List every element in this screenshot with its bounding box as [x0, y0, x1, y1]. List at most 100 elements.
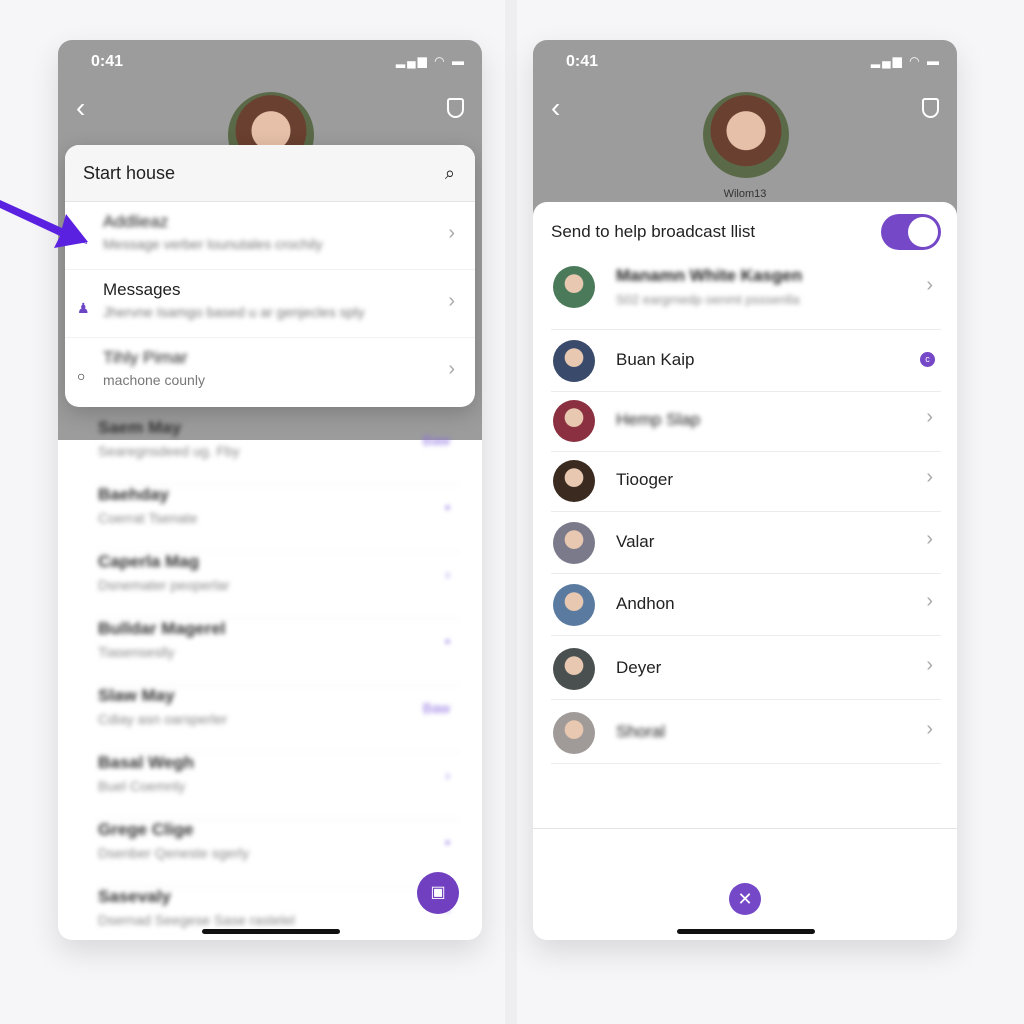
- broadcast-label: Send to help broadcast llist: [551, 222, 756, 241]
- chevron-right-icon: ›: [926, 466, 933, 488]
- contact-row[interactable]: Manamn White Kasgen S02 eargrnedp oenmt …: [551, 254, 941, 330]
- list-item-title: Bulldar Magerel: [98, 619, 226, 638]
- list-item-subtitle: Buel Coemnly: [98, 778, 186, 794]
- status-icons: ▂▄▆ ◠ ▬: [870, 54, 941, 68]
- popup-item-subtitle: Jhervne Isamgo based u ar genjecles sply: [103, 304, 365, 320]
- contact-row[interactable]: Valar ›: [551, 512, 941, 574]
- chevron-right-icon: ›: [926, 718, 933, 740]
- home-indicator: [202, 929, 340, 934]
- contact-row[interactable]: Tiooger ›: [551, 450, 941, 512]
- contact-avatar: [553, 712, 595, 754]
- shield-icon[interactable]: [447, 98, 464, 118]
- contact-avatar: [553, 340, 595, 382]
- list-item-tag: Baw: [422, 432, 450, 448]
- broadcast-toggle[interactable]: [881, 214, 941, 250]
- list-item[interactable]: Bulldar Magerel Tiasenseslly •: [98, 619, 458, 686]
- chevron-right-icon: ›: [448, 222, 455, 244]
- list-item[interactable]: Baehday Coerrat Tsenate •: [98, 485, 458, 552]
- contact-row[interactable]: Shoral ›: [551, 702, 941, 764]
- back-icon[interactable]: ‹: [76, 92, 85, 124]
- list-item-subtitle: Tiasenseslly: [98, 644, 175, 660]
- contact-row[interactable]: Hemp Slap ›: [551, 390, 941, 452]
- broadcast-sheet: Send to help broadcast llist Manamn Whit…: [533, 202, 957, 940]
- chevron-right-icon: ›: [926, 406, 933, 428]
- popup-item-subtitle: Message verber lounutales crochily: [103, 236, 323, 252]
- popup-title: Start house: [83, 163, 176, 183]
- phone-right: 0:41 ▂▄▆ ◠ ▬ ‹ Wilom13 Send to help broa…: [533, 40, 957, 940]
- list-item-subtitle: Dsenber Qeneste sgerly: [98, 845, 249, 861]
- list-item-title: Saem May: [98, 418, 182, 437]
- contact-avatar: [553, 648, 595, 690]
- compose-fab[interactable]: ▣: [417, 872, 459, 914]
- contact-name: Buan Kaip: [616, 350, 695, 369]
- close-button[interactable]: ✕: [729, 883, 761, 915]
- list-item-subtitle: Dsnemater peoperlar: [98, 577, 230, 593]
- list-item-tag: ›: [445, 566, 450, 582]
- popup-item[interactable]: ♟ Messages Jhervne Isamgo based u ar gen…: [65, 270, 475, 338]
- contact-name: Tiooger: [616, 470, 674, 489]
- chevron-right-icon: ›: [448, 290, 455, 312]
- status-icons: ▂▄▆ ◠ ▬: [395, 54, 466, 68]
- list-item[interactable]: Grege Clige Dsenber Qeneste sgerly •: [98, 820, 458, 887]
- popup-item-title: Tihly Pimar: [103, 348, 188, 367]
- search-icon[interactable]: ⌕: [445, 163, 455, 184]
- chevron-right-icon: ›: [926, 528, 933, 550]
- list-item-title: Sasevaly: [98, 887, 171, 906]
- shield-icon[interactable]: [922, 98, 939, 118]
- contact-name: Manamn White Kasgen: [616, 266, 803, 285]
- circle-icon: ○: [77, 368, 86, 384]
- list-item[interactable]: Caperla Mag Dsnemater peoperlar ›: [98, 552, 458, 619]
- status-time: 0:41: [91, 53, 124, 70]
- status-time: 0:41: [566, 53, 599, 70]
- contact-row[interactable]: Buan Kaip c: [551, 330, 941, 392]
- list-item[interactable]: Slaw May Cdiay asn oarsperler Baw: [98, 686, 458, 753]
- chevron-right-icon: ›: [926, 654, 933, 676]
- contact-subtitle: S02 eargrnedp oenmt psssenlla: [616, 292, 800, 307]
- list-item-tag: •: [445, 499, 450, 515]
- home-indicator: [677, 929, 815, 934]
- contact-avatar: [553, 584, 595, 626]
- list-item-subtitle: Cdiay asn oarsperler: [98, 711, 228, 727]
- list-item-title: Grege Clige: [98, 820, 194, 839]
- list-item-title: Slaw May: [98, 686, 175, 705]
- start-house-popup: Start house ⌕ ✎ Addlieaz Message verber …: [65, 145, 475, 407]
- back-icon[interactable]: ‹: [551, 92, 560, 124]
- list-item-tag: •: [445, 633, 450, 649]
- list-item-subtitle: Dsernad Seegese Sase rastelel: [98, 912, 295, 928]
- popup-header: Start house ⌕: [65, 145, 475, 202]
- contact-name: Valar: [616, 532, 655, 551]
- profile-avatar: [703, 92, 789, 178]
- person-icon: ♟: [77, 300, 90, 316]
- chevron-right-icon: ›: [926, 590, 933, 612]
- contact-avatar: [553, 460, 595, 502]
- list-item[interactable]: Basal Wegh Buel Coemnly ›: [98, 753, 458, 820]
- username: Wilom13: [723, 188, 767, 200]
- popup-item[interactable]: ✎ Addlieaz Message verber lounutales cro…: [65, 202, 475, 270]
- list-item[interactable]: Saem May Searegnsdeed ug. Fby Baw: [98, 418, 458, 485]
- list-item-subtitle: Searegnsdeed ug. Fby: [98, 443, 240, 459]
- contact-row[interactable]: Deyer ›: [551, 638, 941, 700]
- contact-name: Andhon: [616, 594, 675, 613]
- list-item-title: Basal Wegh: [98, 753, 195, 772]
- popup-item-title: Messages: [103, 280, 181, 299]
- contact-avatar: [553, 400, 595, 442]
- phone-left: 0:41 ▂▄▆ ◠ ▬ ‹ Saem May Searegnsdeed ug.…: [58, 40, 482, 940]
- contact-row[interactable]: Andhon ›: [551, 574, 941, 636]
- list-item-title: Baehday: [98, 485, 169, 504]
- list-item-subtitle: Coerrat Tsenate: [98, 510, 198, 526]
- popup-item-subtitle: machone counly: [103, 372, 205, 388]
- contact-badge: c: [920, 352, 935, 367]
- contact-avatar: [553, 522, 595, 564]
- pointer-arrow-icon: [0, 200, 88, 248]
- background-divider: [505, 0, 517, 1024]
- contact-avatar: [553, 266, 595, 308]
- footer-divider: [533, 828, 957, 829]
- contact-name: Shoral: [616, 722, 666, 741]
- list-item-tag: Baw: [422, 700, 450, 716]
- popup-item-title: Addlieaz: [103, 212, 169, 231]
- list-item-tag: •: [445, 834, 450, 850]
- chevron-right-icon: ›: [926, 274, 933, 296]
- popup-item[interactable]: ○ Tihly Pimar machone counly ›: [65, 338, 475, 406]
- list-item-tag: ›: [445, 767, 450, 783]
- list-item-title: Caperla Mag: [98, 552, 200, 571]
